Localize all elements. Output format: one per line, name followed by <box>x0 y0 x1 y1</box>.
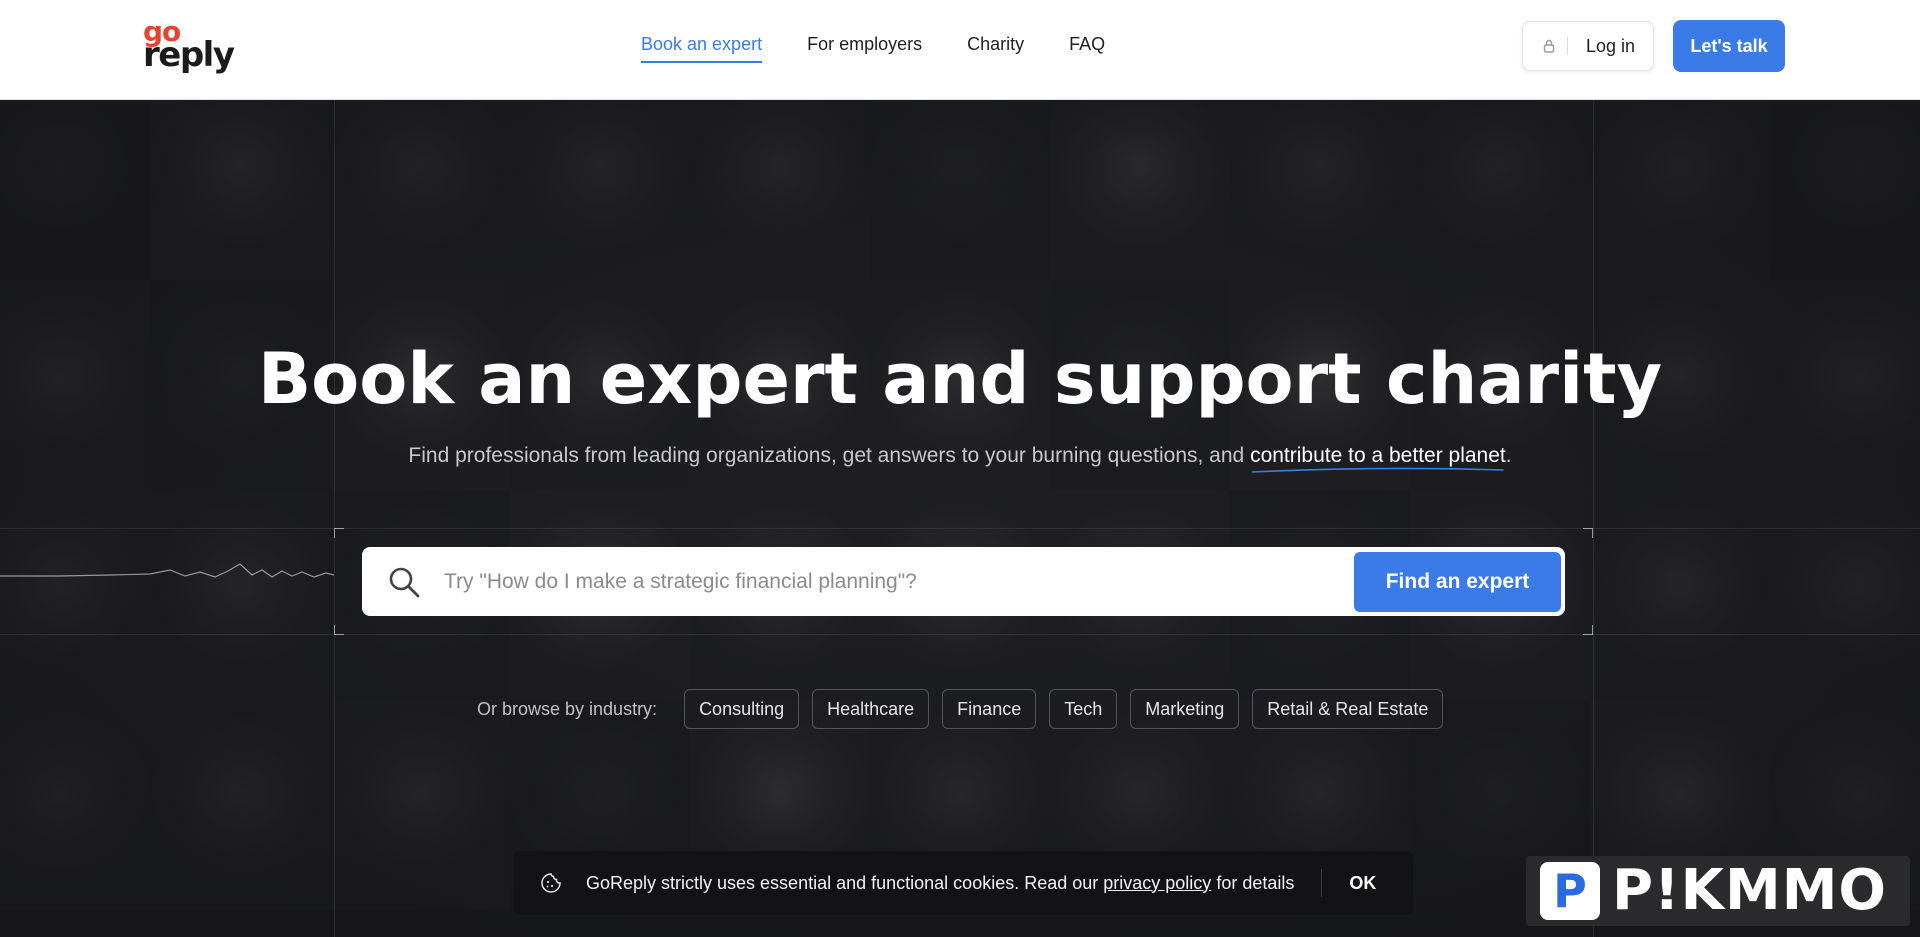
login-divider <box>1567 37 1568 55</box>
industry-chip-marketing[interactable]: Marketing <box>1130 689 1240 729</box>
hero-subtitle-highlight: contribute to a better planet <box>1250 444 1506 473</box>
search-icon <box>389 567 420 597</box>
corner-mark <box>334 528 344 538</box>
goreply-logo[interactable]: go reply <box>143 18 235 75</box>
watermark-badge-letter: P <box>1553 864 1587 918</box>
watermark-badge: P <box>1540 862 1600 920</box>
cookie-text: GoReply strictly uses essential and func… <box>586 872 1099 893</box>
industry-chip-tech[interactable]: Tech <box>1049 689 1118 729</box>
search-input[interactable] <box>442 568 1354 595</box>
cookie-text-end: for details <box>1216 872 1295 893</box>
logo-reply: reply <box>143 35 235 75</box>
hero-subtitle: Find professionals from leading organiza… <box>0 444 1920 473</box>
hero-overlay <box>0 100 1920 937</box>
corner-mark <box>334 625 344 635</box>
nav-faq[interactable]: FAQ <box>1069 34 1105 63</box>
grid-line <box>334 100 335 937</box>
browse-by-industry: Or browse by industry: Consulting Health… <box>477 689 1456 729</box>
lets-talk-button[interactable]: Let's talk <box>1673 20 1785 72</box>
main-nav: Book an expert For employers Charity FAQ <box>641 34 1150 63</box>
expert-search-bar: Find an expert <box>362 547 1565 616</box>
grid-line <box>0 634 1920 635</box>
corner-mark <box>1583 625 1593 635</box>
browse-label: Or browse by industry: <box>477 698 658 719</box>
hero-title: Book an expert and support charity <box>257 338 1663 420</box>
login-label: Log in <box>1586 35 1636 56</box>
nav-for-employers[interactable]: For employers <box>807 34 922 63</box>
nav-charity[interactable]: Charity <box>967 34 1024 63</box>
grid-line <box>1593 100 1594 937</box>
hero-subtitle-text: Find professionals from leading organiza… <box>408 444 1245 467</box>
industry-chip-retail-real-estate[interactable]: Retail & Real Estate <box>1252 689 1444 729</box>
grid-line <box>0 528 1920 529</box>
find-an-expert-button[interactable]: Find an expert <box>1354 551 1561 612</box>
cookie-icon <box>541 873 561 893</box>
cookie-ok-button[interactable]: OK <box>1349 873 1376 894</box>
pikmmo-watermark: P P!KMMO <box>1526 856 1910 926</box>
cookie-banner: GoReply strictly uses essential and func… <box>514 851 1413 915</box>
industry-chip-consulting[interactable]: Consulting <box>684 689 800 729</box>
underline-swoosh <box>1252 467 1504 473</box>
privacy-policy-link[interactable]: privacy policy <box>1103 873 1211 894</box>
watermark-text: P!KMMO <box>1612 858 1888 923</box>
corner-mark <box>1583 528 1593 538</box>
nav-book-an-expert[interactable]: Book an expert <box>641 34 763 63</box>
site-header: go reply Book an expert For employers Ch… <box>0 0 1920 100</box>
industry-chip-finance[interactable]: Finance <box>942 689 1037 729</box>
lock-icon <box>1543 39 1555 53</box>
industry-chip-healthcare[interactable]: Healthcare <box>812 689 930 729</box>
wave-decoration <box>0 563 334 578</box>
highlight-text: contribute to a better planet <box>1250 444 1506 467</box>
hero-section: Book an expert and support charity Find … <box>0 100 1920 937</box>
login-button[interactable]: Log in <box>1522 21 1654 71</box>
cookie-divider <box>1321 869 1323 897</box>
hero-subtitle-end: . <box>1505 444 1512 467</box>
